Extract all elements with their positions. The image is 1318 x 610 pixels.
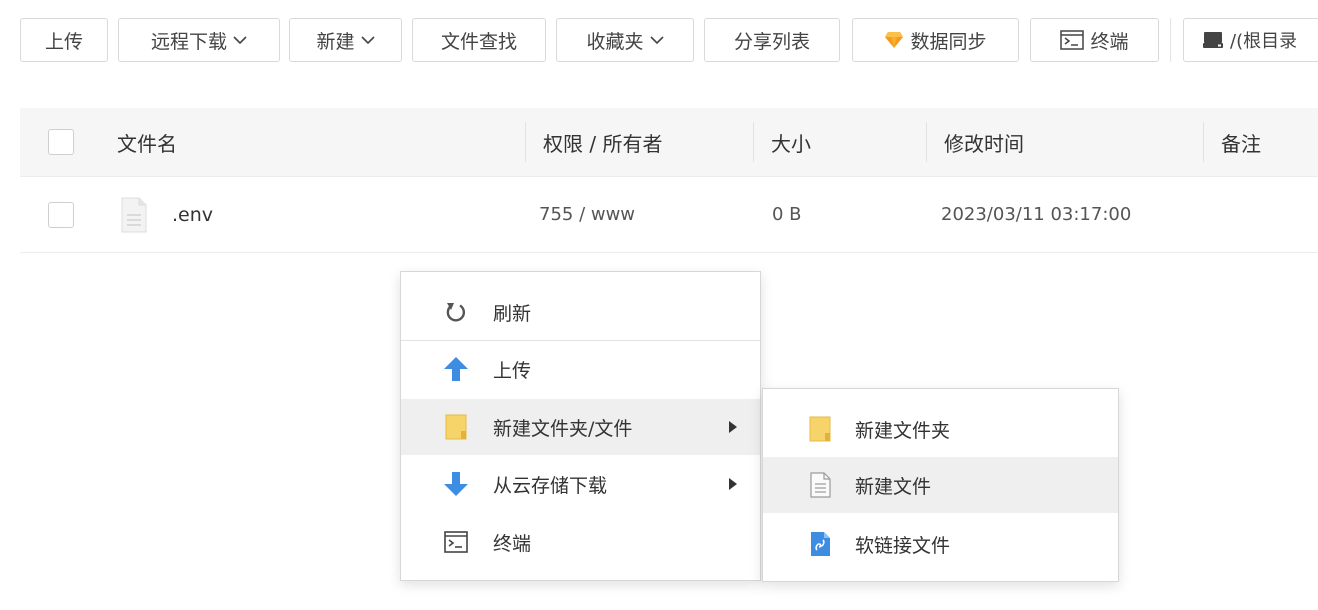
terminal-label: 终端 <box>1090 30 1129 53</box>
terminal-icon <box>1060 30 1085 50</box>
folder-icon <box>445 414 467 440</box>
column-header-name[interactable]: 文件名 <box>117 108 177 176</box>
menu-item-refresh[interactable]: 刷新 <box>401 284 760 340</box>
refresh-icon <box>446 303 466 322</box>
remote-download-button[interactable]: 远程下载 <box>118 18 280 62</box>
share-list-label: 分享列表 <box>733 30 810 53</box>
column-divider <box>525 122 526 162</box>
terminal-button[interactable]: 终端 <box>1030 18 1159 62</box>
column-header-modified[interactable]: 修改时间 <box>944 108 1024 176</box>
submenu-item-label: 新建文件夹 <box>855 419 951 442</box>
submenu-item-new-folder[interactable]: 新建文件夹 <box>763 401 1118 457</box>
submenu-item-new-file[interactable]: 新建文件 <box>763 457 1118 513</box>
upload-arrow-icon <box>444 357 468 381</box>
file-icon <box>121 197 147 232</box>
gem-icon <box>885 32 904 48</box>
menu-item-label: 从云存储下载 <box>493 474 608 497</box>
column-header-size-label: 大小 <box>771 131 811 156</box>
toolbar: 上传 远程下载 新建 文件查找 收藏夹 分享列表 数据同步 终端 /(根目录 <box>0 0 1318 100</box>
size-label: 0 B <box>772 204 802 225</box>
chevron-down-icon <box>233 36 247 45</box>
column-header-permission[interactable]: 权限 / 所有者 <box>543 108 662 176</box>
new-submenu: 新建文件夹 新建文件 软链接文件 <box>762 388 1119 582</box>
column-header-name-label: 文件名 <box>117 131 177 156</box>
column-header-modified-label: 修改时间 <box>944 131 1024 156</box>
menu-item-terminal[interactable]: 终端 <box>401 514 760 570</box>
menu-item-label: 终端 <box>493 532 532 555</box>
new-button[interactable]: 新建 <box>289 18 402 62</box>
row-file-icon-cell <box>121 177 147 252</box>
link-file-icon <box>811 532 830 556</box>
upload-button-label: 上传 <box>44 30 83 53</box>
terminal-icon <box>444 531 468 553</box>
file-icon <box>810 472 831 498</box>
menu-item-label: 刷新 <box>493 302 532 325</box>
modified-label: 2023/03/11 03:17:00 <box>941 204 1132 225</box>
column-header-note-label: 备注 <box>1221 131 1261 156</box>
file-search-button[interactable]: 文件查找 <box>412 18 546 62</box>
menu-item-new-folder-file[interactable]: 新建文件夹/文件 <box>401 399 760 455</box>
folder-icon <box>809 416 831 442</box>
column-divider <box>926 122 927 162</box>
submenu-arrow-icon <box>729 478 737 490</box>
column-header-size[interactable]: 大小 <box>771 108 811 176</box>
submenu-arrow-icon <box>729 421 737 433</box>
toolbar-divider <box>1170 18 1171 62</box>
data-sync-label: 数据同步 <box>910 30 987 53</box>
row-checkbox[interactable] <box>48 202 74 228</box>
path-label: /(根目录 <box>1230 31 1298 52</box>
menu-item-cloud-download[interactable]: 从云存储下载 <box>401 456 760 512</box>
column-header-note[interactable]: 备注 <box>1221 108 1261 176</box>
permission-label: 755 / www <box>539 204 636 225</box>
menu-item-label: 新建文件夹/文件 <box>493 417 633 440</box>
download-arrow-icon <box>444 472 468 496</box>
context-menu: 刷新 上传 新建文件夹/文件 从云存储下载 终端 <box>400 271 761 581</box>
submenu-item-label: 新建文件 <box>855 475 932 498</box>
menu-item-label: 上传 <box>493 359 532 382</box>
favorites-button[interactable]: 收藏夹 <box>556 18 694 62</box>
submenu-item-symlink-file[interactable]: 软链接文件 <box>763 516 1118 572</box>
remote-download-label: 远程下载 <box>150 30 227 53</box>
disk-icon <box>1203 32 1223 48</box>
menu-item-upload[interactable]: 上传 <box>401 341 760 397</box>
file-search-label: 文件查找 <box>440 30 517 53</box>
chevron-down-icon <box>649 36 664 45</box>
share-list-button[interactable]: 分享列表 <box>704 18 840 62</box>
column-divider <box>1203 122 1204 162</box>
path-button[interactable]: /(根目录 <box>1183 18 1318 62</box>
row-permission[interactable]: 755 / www <box>539 177 635 252</box>
submenu-item-label: 软链接文件 <box>855 534 951 557</box>
chevron-down-icon <box>360 36 375 45</box>
row-size: 0 B <box>772 177 802 252</box>
file-table-header: 文件名 权限 / 所有者 大小 修改时间 备注 <box>20 108 1318 177</box>
select-all-checkbox[interactable] <box>48 129 74 155</box>
upload-button[interactable]: 上传 <box>20 18 108 62</box>
row-modified: 2023/03/11 03:17:00 <box>941 177 1131 252</box>
column-divider <box>753 122 754 162</box>
column-header-permission-label: 权限 / 所有者 <box>543 131 663 156</box>
new-button-label: 新建 <box>316 30 355 53</box>
row-file-name[interactable]: .env <box>172 177 213 252</box>
file-name-label: .env <box>172 203 214 226</box>
table-row[interactable]: .env 755 / www 0 B 2023/03/11 03:17:00 <box>20 177 1318 253</box>
data-sync-button[interactable]: 数据同步 <box>852 18 1019 62</box>
favorites-label: 收藏夹 <box>586 30 644 53</box>
